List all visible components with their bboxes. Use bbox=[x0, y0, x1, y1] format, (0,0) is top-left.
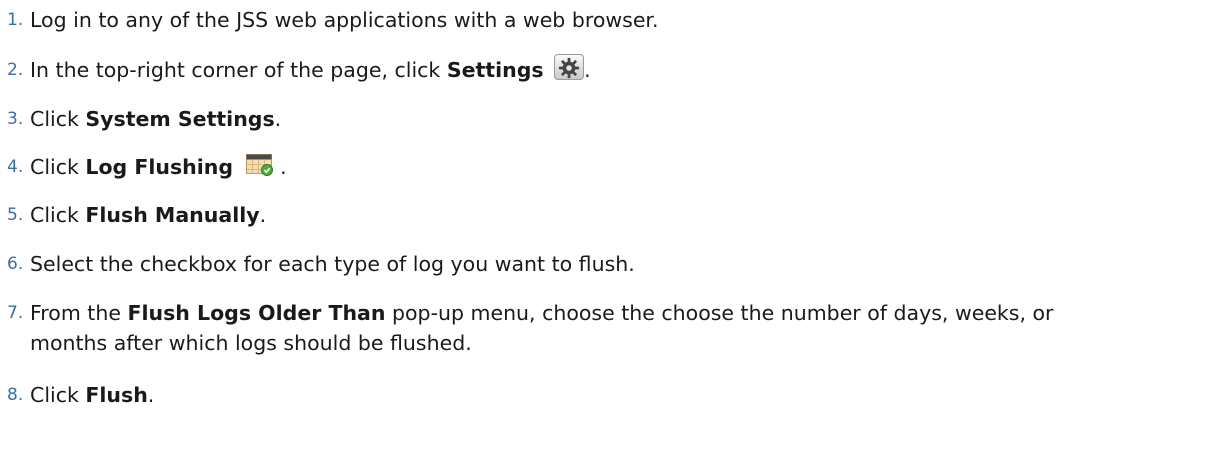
step-number: 5. bbox=[7, 205, 24, 225]
log-flushing-label: Log Flushing bbox=[85, 155, 234, 179]
step-text: From the bbox=[30, 301, 128, 325]
system-settings-label: System Settings bbox=[85, 107, 275, 131]
step-number: 1. bbox=[7, 10, 24, 30]
step-number: 2. bbox=[7, 60, 24, 80]
step-punctuation: . bbox=[147, 383, 155, 407]
step-text: Select the checkbox for each type of log… bbox=[30, 252, 635, 276]
step-punctuation: . bbox=[274, 107, 282, 131]
calendar-check-icon bbox=[245, 154, 274, 176]
step-6: 6. Select the checkbox for each type of … bbox=[0, 249, 1220, 279]
step-punctuation: . bbox=[259, 203, 267, 227]
step-1: 1. Log in to any of the JSS web applicat… bbox=[0, 5, 1220, 35]
step-punctuation: . bbox=[280, 155, 287, 179]
step-number: 8. bbox=[7, 385, 24, 405]
step-text: months after which logs should be flushe… bbox=[30, 331, 472, 355]
step-number: 7. bbox=[7, 303, 24, 323]
step-text: Log in to any of the JSS web application… bbox=[30, 8, 659, 32]
gear-icon bbox=[554, 54, 585, 80]
step-7: 7. From the Flush Logs Older Than pop-up… bbox=[0, 298, 1220, 358]
step-number: 4. bbox=[7, 157, 24, 177]
flush-logs-older-than-label: Flush Logs Older Than bbox=[127, 301, 386, 325]
step-5: 5. Click Flush Manually. bbox=[0, 200, 1220, 230]
step-2: 2. In the top-right corner of the page, … bbox=[0, 54, 1220, 85]
step-4: 4. Click Log Flushing . bbox=[0, 152, 1220, 182]
step-text: In the top-right corner of the page, cli… bbox=[30, 58, 447, 82]
flush-manually-label: Flush Manually bbox=[85, 203, 260, 227]
step-text: Click bbox=[30, 155, 86, 179]
step-punctuation: . bbox=[584, 58, 591, 82]
flush-label: Flush bbox=[85, 383, 148, 407]
step-8: 8. Click Flush. bbox=[0, 380, 1220, 410]
step-text: pop-up menu, choose the choose the numbe… bbox=[385, 301, 1054, 325]
settings-label: Settings bbox=[446, 58, 544, 82]
step-3: 3. Click System Settings. bbox=[0, 104, 1220, 134]
step-number: 3. bbox=[7, 109, 24, 129]
step-text: Click bbox=[30, 203, 86, 227]
step-text: Click bbox=[30, 383, 86, 407]
step-text: Click bbox=[30, 107, 86, 131]
step-number: 6. bbox=[7, 254, 24, 274]
